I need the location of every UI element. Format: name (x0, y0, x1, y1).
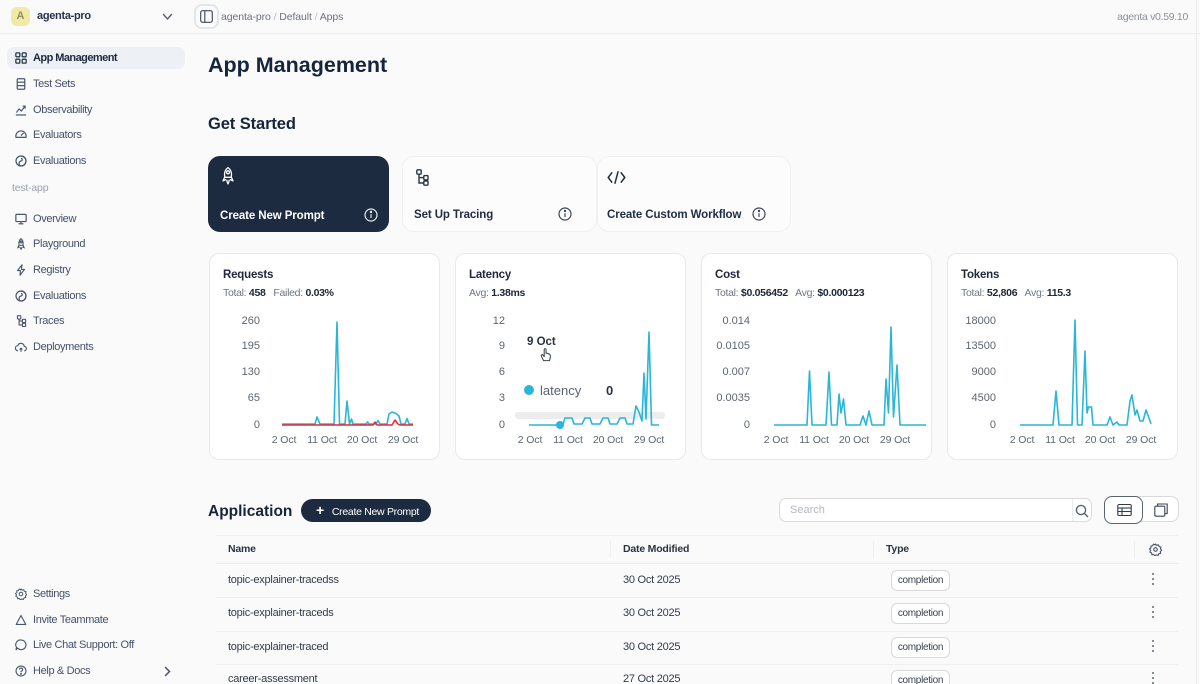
svg-text:20 Oct: 20 Oct (593, 434, 624, 446)
svg-text:9: 9 (499, 340, 505, 352)
svg-text:9 Oct: 9 Oct (527, 336, 556, 348)
svg-text:3: 3 (499, 392, 505, 404)
svg-text:11 Oct: 11 Oct (1045, 434, 1075, 446)
svg-text:18000: 18000 (965, 315, 996, 327)
svg-text:6: 6 (499, 366, 505, 378)
svg-text:2 Oct: 2 Oct (518, 434, 543, 446)
svg-text:9000: 9000 (972, 366, 996, 378)
svg-text:0: 0 (499, 419, 505, 431)
svg-text:2 Oct: 2 Oct (1010, 434, 1035, 446)
svg-text:20 Oct: 20 Oct (839, 434, 870, 446)
svg-text:29 Oct: 29 Oct (634, 434, 665, 446)
svg-text:65: 65 (248, 392, 260, 404)
svg-text:4500: 4500 (972, 392, 996, 404)
svg-text:0.007: 0.007 (722, 366, 750, 378)
svg-text:11 Oct: 11 Oct (307, 434, 337, 446)
svg-text:29 Oct: 29 Oct (880, 434, 911, 446)
svg-text:195: 195 (242, 340, 260, 352)
svg-text:11 Oct: 11 Oct (799, 434, 829, 446)
svg-text:29 Oct: 29 Oct (1126, 434, 1157, 446)
svg-text:29 Oct: 29 Oct (388, 434, 419, 446)
svg-text:0.0035: 0.0035 (716, 392, 750, 404)
svg-text:0: 0 (254, 419, 260, 431)
svg-text:12: 12 (493, 315, 505, 327)
svg-text:13500: 13500 (965, 340, 996, 352)
svg-text:latency: latency (540, 383, 582, 398)
svg-text:130: 130 (242, 366, 260, 378)
svg-text:11 Oct: 11 Oct (553, 434, 583, 446)
svg-text:260: 260 (242, 315, 260, 327)
svg-text:20 Oct: 20 Oct (347, 434, 378, 446)
svg-text:0.014: 0.014 (722, 315, 750, 327)
svg-text:20 Oct: 20 Oct (1085, 434, 1116, 446)
svg-text:2 Oct: 2 Oct (272, 434, 297, 446)
svg-text:0: 0 (990, 419, 996, 431)
svg-text:0: 0 (606, 383, 613, 398)
svg-text:0.0105: 0.0105 (716, 340, 750, 352)
svg-text:2 Oct: 2 Oct (764, 434, 789, 446)
svg-text:0: 0 (744, 419, 750, 431)
